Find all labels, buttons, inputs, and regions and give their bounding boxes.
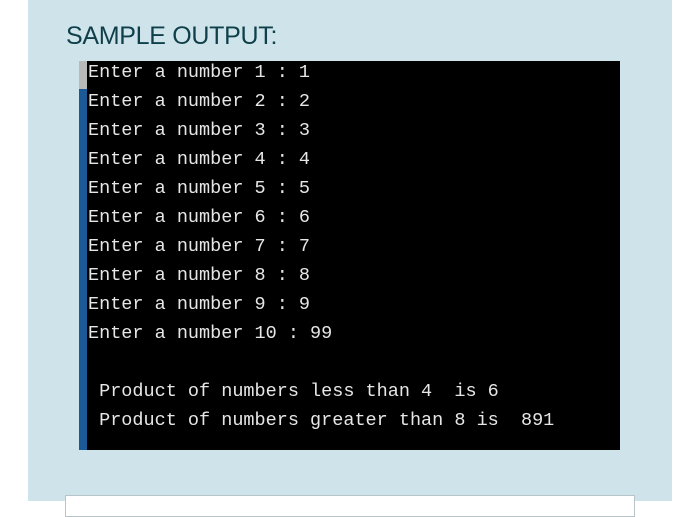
terminal-line: Enter a number 5 : 5 <box>88 178 311 199</box>
terminal-edge-highlight <box>79 61 87 89</box>
terminal-line: Enter a number 7 : 7 <box>88 236 311 257</box>
terminal-line: Enter a number 3 : 3 <box>88 120 311 141</box>
terminal-line: Enter a number 6 : 6 <box>88 207 311 228</box>
terminal-line-result: Product of numbers greater than 8 is 891 <box>88 410 555 431</box>
terminal-edge <box>79 61 87 450</box>
terminal-line-result: Product of numbers less than 4 is 6 <box>88 381 499 402</box>
terminal-line: Enter a number 9 : 9 <box>88 294 311 315</box>
terminal-line: Enter a number 4 : 4 <box>88 149 311 170</box>
terminal-line: Enter a number 1 : 1 <box>88 62 311 83</box>
terminal-output-image: Enter a number 1 : 1 Enter a number 2 : … <box>79 61 620 450</box>
answer-input-box[interactable] <box>65 495 635 517</box>
terminal-line: Enter a number 8 : 8 <box>88 265 311 286</box>
terminal-line: Enter a number 10 : 99 <box>88 323 333 344</box>
terminal-line: Enter a number 2 : 2 <box>88 91 311 112</box>
sample-output-heading: SAMPLE OUTPUT: <box>66 22 278 50</box>
